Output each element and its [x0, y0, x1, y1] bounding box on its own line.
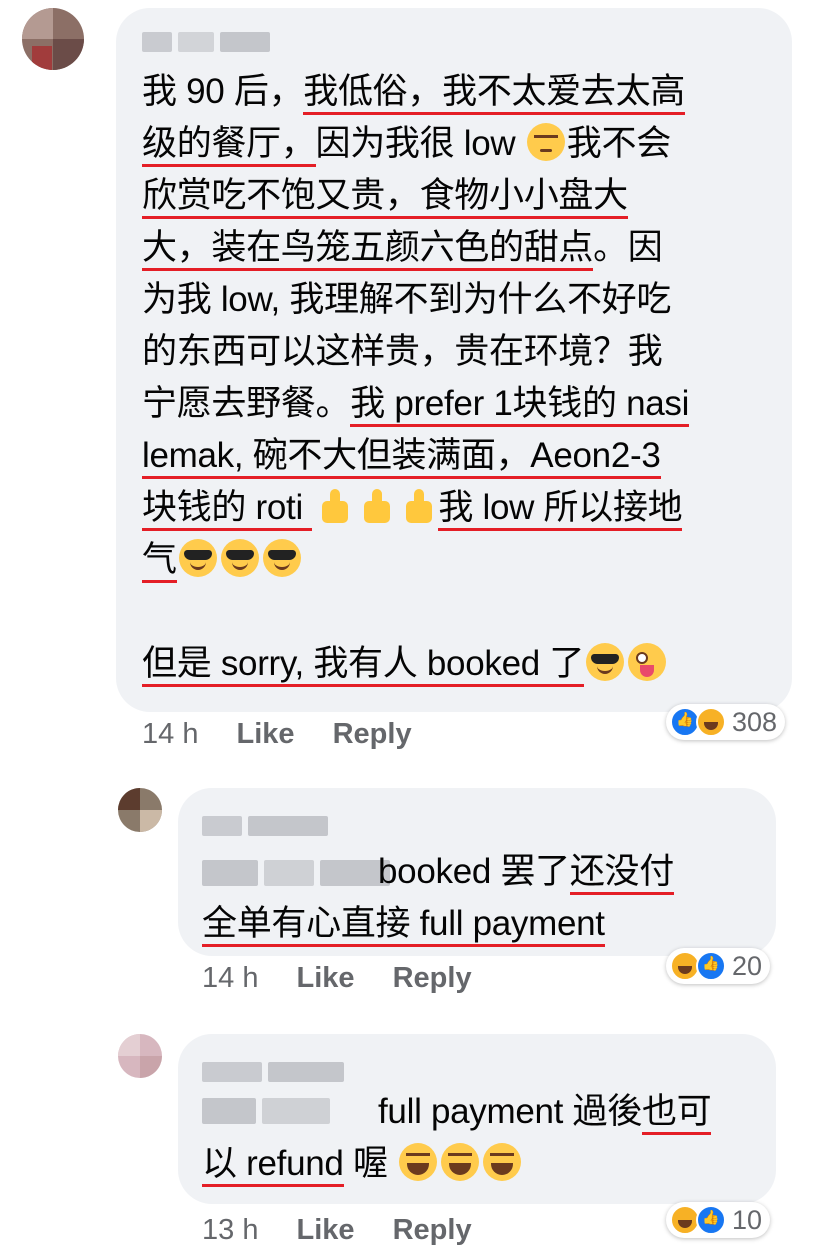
text-segment: full payment 過後 — [378, 1092, 642, 1131]
underlined-text: 以 refund — [202, 1144, 344, 1187]
glasses-emoji-icon — [178, 539, 217, 577]
glasses-emoji-icon — [262, 539, 301, 577]
avatar[interactable] — [22, 8, 84, 70]
crazy-emoji-icon — [628, 643, 667, 681]
comment-timestamp: 14 h — [142, 718, 199, 750]
comment-line: 欣赏吃不饱又贵，食物小小盘大 — [142, 170, 628, 222]
text-segment: 为我 low, 我理解不到为什么不好吃 — [142, 280, 672, 319]
comment-line: 块钱的 roti 我 low 所以接地 — [142, 482, 683, 534]
comment-line: 但是 sorry, 我有人 booked 了 — [142, 638, 668, 690]
comment-line: full payment 過後也可 — [378, 1086, 712, 1138]
comment-line: 级的餐厅，因为我很 low 我不会 — [142, 118, 671, 170]
haha-reaction-icon — [696, 707, 726, 737]
underlined-text: 级的餐厅， — [142, 124, 316, 167]
laugh-emoji-icon — [399, 1143, 438, 1181]
comment-line: 宁愿去野餐。我 prefer 1块钱的 nasi — [142, 378, 689, 430]
comment-bubble: 我 90 后，我低俗，我不太爱去太高 级的餐厅，因为我很 low 我不会 欣赏吃不饱… — [116, 8, 792, 712]
reaction-summary[interactable]: 308 — [666, 704, 786, 740]
comment-line: 气 — [142, 534, 303, 586]
thumb-emoji-icon — [398, 487, 436, 525]
text-segment: 喔 — [343, 1144, 398, 1183]
comment-line: 全单有心直接 full payment — [202, 898, 605, 950]
comment-bubble: booked 罢了还没付全单有心直接 full payment — [178, 788, 776, 956]
glasses-emoji-icon — [586, 643, 625, 681]
text-segment: 的东西可以这样贵，贵在环境？我 — [142, 332, 663, 371]
laugh-emoji-icon — [441, 1143, 480, 1181]
underlined-text: 全单有心直接 full payment — [202, 904, 605, 947]
comment-actions: 13 h Like Reply — [202, 1214, 472, 1247]
comment-actions: 14 h Like Reply — [202, 962, 472, 995]
comment-text: booked 罢了还没付全单有心直接 full payment — [202, 846, 762, 956]
reply-button[interactable]: Reply — [393, 962, 472, 994]
like-button[interactable]: Like — [297, 962, 355, 994]
like-reaction-icon — [696, 951, 726, 981]
reaction-count: 308 — [732, 706, 778, 737]
underlined-text: 欣赏吃不饱又贵，食物小小盘大 — [142, 176, 628, 219]
like-button[interactable]: Like — [297, 1214, 355, 1246]
thumb-emoji-icon — [356, 487, 394, 525]
commenter-name[interactable] — [202, 1062, 344, 1082]
comment-bubble: full payment 過後也可以 refund 喔 — [178, 1034, 776, 1204]
comment-line: 我 90 后，我低俗，我不太爱去太高 — [142, 66, 685, 118]
underlined-text: 还没付 — [569, 852, 674, 895]
underlined-text: lemak, 碗不大但装满面，Aeon2-3 — [142, 436, 661, 479]
reaction-count: 10 — [732, 1204, 763, 1235]
comment-line: lemak, 碗不大但装满面，Aeon2-3 — [142, 430, 661, 482]
comment-line: 为我 low, 我理解不到为什么不好吃 — [142, 274, 671, 326]
comment-timestamp: 14 h — [202, 962, 259, 994]
commenter-name[interactable] — [202, 816, 328, 836]
unamused-emoji-icon — [526, 123, 565, 161]
commenter-name[interactable] — [142, 32, 270, 52]
comment-line: booked 罢了还没付 — [378, 846, 674, 898]
underlined-text: 我 low 所以接地 — [438, 488, 683, 531]
comment-line: 的东西可以这样贵，贵在环境？我 — [142, 326, 663, 378]
comment-line: 以 refund 喔 — [202, 1138, 523, 1190]
comment-actions: 14 h Like Reply — [142, 718, 412, 751]
text-segment: 我不会 — [566, 124, 671, 163]
text-segment: 因为我很 low — [315, 124, 525, 163]
reaction-summary[interactable]: 10 — [666, 1202, 771, 1238]
underlined-text: 气 — [142, 540, 177, 583]
comment-timestamp: 13 h — [202, 1214, 259, 1246]
laugh-emoji-icon — [483, 1143, 522, 1181]
comment-text: full payment 過後也可以 refund 喔 — [202, 1086, 762, 1198]
underlined-text: 我 prefer 1块钱的 nasi — [350, 384, 689, 427]
text-segment: booked 罢了 — [378, 852, 570, 891]
reply-button[interactable]: Reply — [393, 1214, 472, 1246]
text-segment: 。因 — [593, 228, 663, 267]
reply-button[interactable]: Reply — [333, 718, 412, 750]
reaction-summary[interactable]: 20 — [666, 948, 771, 984]
underlined-text: 我低俗，我不太爱去太高 — [303, 72, 685, 115]
underlined-text: 块钱的 roti — [142, 488, 313, 531]
avatar[interactable] — [118, 1034, 162, 1078]
text-segment: 我 90 后， — [142, 72, 304, 111]
underlined-text: 也可 — [641, 1092, 712, 1135]
like-reaction-icon — [696, 1205, 726, 1235]
comment-text: 我 90 后，我低俗，我不太爱去太高 级的餐厅，因为我很 low 我不会 欣赏吃不饱… — [142, 66, 782, 706]
underlined-text: 但是 sorry, 我有人 booked 了 — [142, 644, 584, 687]
like-button[interactable]: Like — [237, 718, 295, 750]
thumb-emoji-icon — [314, 487, 352, 525]
reaction-count: 20 — [732, 950, 763, 981]
text-segment: 宁愿去野餐。 — [142, 384, 351, 423]
underlined-text: 大，装在鸟笼五颜六色的甜点 — [142, 228, 593, 271]
comment-line: 大，装在鸟笼五颜六色的甜点。因 — [142, 222, 663, 274]
glasses-emoji-icon — [220, 539, 259, 577]
avatar[interactable] — [118, 788, 162, 832]
